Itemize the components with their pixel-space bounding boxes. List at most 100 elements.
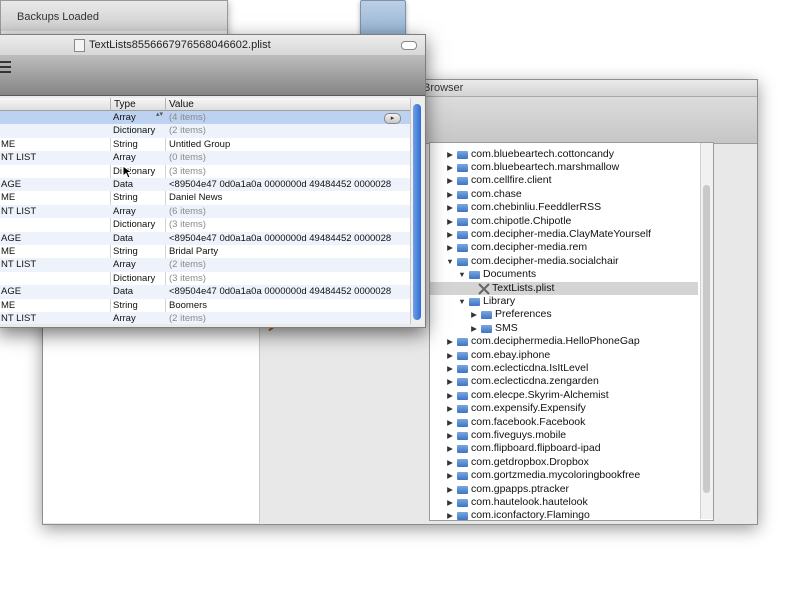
column-header-key[interactable] — [0, 98, 111, 111]
tree-item[interactable]: ▶ com.decipher-media.rem — [430, 241, 698, 254]
disclosure-closed-icon[interactable]: ▶ — [445, 362, 455, 375]
plist-window: TextLists8556667976568046602.plist Type … — [0, 34, 426, 328]
disclosure-closed-icon[interactable]: ▶ — [445, 456, 455, 469]
tree-item[interactable]: ▶ com.eclecticdna.zengarden — [430, 375, 698, 388]
disclosure-closed-icon[interactable]: ▶ — [445, 228, 455, 241]
tree-item[interactable]: ▶ SMS — [430, 322, 698, 335]
disclosure-closed-icon[interactable]: ▶ — [445, 188, 455, 201]
plist-value: Daniel News — [169, 192, 223, 204]
tree-item-label: com.hautelook.hautelook — [471, 495, 588, 508]
disclosure-closed-icon[interactable]: ▶ — [445, 215, 455, 228]
plist-value: Boomers — [169, 299, 208, 311]
tree-item[interactable]: ▶ com.bluebeartech.cottoncandy — [430, 148, 698, 161]
disclosure-closed-icon[interactable]: ▶ — [445, 483, 455, 496]
plist-scrollbar[interactable] — [410, 98, 424, 324]
file-tree[interactable]: ▶ com.bluebeartech.cottoncandy ▶ com.bluebe… — [429, 142, 714, 521]
tree-item[interactable]: ▶ com.eclecticdna.IsItLevel — [430, 362, 698, 375]
disclosure-closed-icon[interactable]: ▶ — [445, 148, 455, 161]
tree-item[interactable]: ▶ com.cellfire.client — [430, 174, 698, 187]
row-action-button[interactable]: ▸ — [384, 113, 401, 124]
column-header-type[interactable]: Type — [111, 98, 166, 111]
disclosure-closed-icon[interactable]: ▶ — [445, 161, 455, 174]
disclosure-closed-icon[interactable]: ▶ — [445, 429, 455, 442]
plist-value: Bridal Party — [169, 246, 219, 257]
plist-row[interactable]: NT LIST Array (0 items) — [0, 151, 411, 165]
plist-type: String — [113, 138, 138, 150]
disclosure-closed-icon[interactable]: ▶ — [445, 509, 455, 520]
type-stepper-icon[interactable]: ▴▾ — [156, 111, 163, 118]
tree-item[interactable]: ▶ com.iconfactory.Flamingo — [430, 509, 698, 520]
tree-item[interactable]: ▶ com.deciphermedia.HelloPhoneGap — [430, 335, 698, 348]
tree-item[interactable]: ▶ com.chebinliu.FeeddlerRSS — [430, 201, 698, 214]
plist-row[interactable]: Dictionary (2 items) — [0, 124, 411, 138]
plist-row[interactable]: Array (4 items) ▴▾ ▸ — [0, 111, 411, 125]
disclosure-closed-icon[interactable]: ▶ — [445, 469, 455, 482]
tree-item[interactable]: ▶ com.flipboard.flipboard-ipad — [430, 442, 698, 455]
tree-item[interactable]: ▶ com.facebook.Facebook — [430, 416, 698, 429]
plist-row[interactable]: ME String Boomers — [0, 299, 411, 312]
backups-window-titlebar[interactable]: Backups Loaded — [1, 1, 227, 31]
disclosure-closed-icon[interactable]: ▶ — [445, 201, 455, 214]
disclosure-open-icon[interactable]: ▼ — [457, 268, 467, 281]
tree-item[interactable]: ▶ com.chipotle.Chipotle — [430, 215, 698, 228]
plist-row[interactable]: Dictionary (3 items) — [0, 272, 411, 285]
tree-item[interactable]: ▶ com.expensify.Expensify — [430, 402, 698, 415]
plist-value: (0 items) — [169, 152, 206, 164]
tree-item-label: com.elecpe.Skyrim-Alchemist — [471, 388, 609, 401]
tree-item[interactable]: ▼ com.decipher-media.socialchair — [430, 255, 698, 268]
disclosure-closed-icon[interactable]: ▶ — [445, 241, 455, 254]
tree-scrollbar-thumb[interactable] — [703, 185, 710, 493]
disclosure-closed-icon[interactable]: ▶ — [445, 416, 455, 429]
disclosure-closed-icon[interactable]: ▶ — [445, 375, 455, 388]
plist-scrollbar-thumb[interactable] — [413, 104, 421, 320]
tree-item[interactable]: ▶ com.fiveguys.mobile — [430, 429, 698, 442]
tree-item-label: Documents — [483, 268, 537, 281]
plist-row[interactable]: NT LIST Array (2 items) — [0, 258, 411, 272]
tree-item[interactable]: ▶ com.elecpe.Skyrim-Alchemist — [430, 389, 698, 402]
tree-item[interactable]: ▶ com.gortzmedia.mycoloringbookfree — [430, 469, 698, 482]
disclosure-closed-icon[interactable]: ▶ — [469, 308, 479, 321]
tree-item-label: com.gpapps.ptracker — [471, 482, 570, 495]
plist-type: Data — [113, 179, 134, 190]
plist-window-titlebar[interactable]: TextLists8556667976568046602.plist — [0, 35, 425, 55]
tree-item[interactable]: ▶ com.gpapps.ptracker — [430, 483, 698, 496]
tree-item[interactable]: ▼ Documents — [430, 268, 698, 281]
plist-row[interactable]: AGE Data <89504e47 0d0a1a0a 0000000d 49484… — [0, 231, 411, 245]
plist-row[interactable]: AGE Data <89504e47 0d0a1a0a 0000000d 49484… — [0, 285, 411, 299]
disclosure-closed-icon[interactable]: ▶ — [469, 322, 479, 335]
tree-item[interactable]: ▶ Preferences — [430, 308, 698, 321]
tree-item[interactable]: ▶ com.bluebeartech.marshmallow — [430, 161, 698, 174]
plist-row[interactable]: ME String Bridal Party — [0, 245, 411, 258]
disclosure-open-icon[interactable]: ▼ — [457, 295, 467, 308]
disclosure-closed-icon[interactable]: ▶ — [445, 402, 455, 415]
plist-window-title: TextLists8556667976568046602.plist — [89, 39, 271, 51]
plist-row[interactable]: NT LIST Array (6 items) — [0, 204, 411, 219]
disclosure-open-icon[interactable]: ▼ — [445, 255, 455, 268]
plist-row[interactable]: Dictionary (3 items) — [0, 218, 411, 231]
plist-row[interactable]: AGE Data <89504e47 0d0a1a0a 0000000d 49484… — [0, 178, 411, 192]
tree-item[interactable]: TextLists.plist — [430, 281, 698, 295]
tree-item[interactable]: ▶ com.getdropbox.Dropbox — [430, 456, 698, 469]
plist-row[interactable]: NT LIST Array (2 items) — [0, 312, 411, 324]
toolbar-toggle-button[interactable] — [401, 41, 417, 50]
disclosure-closed-icon[interactable]: ▶ — [445, 335, 455, 348]
column-header-value[interactable]: Value — [166, 98, 411, 111]
disclosure-closed-icon[interactable]: ▶ — [445, 442, 455, 455]
disclosure-closed-icon[interactable]: ▶ — [445, 349, 455, 362]
plist-type: String — [113, 192, 138, 204]
tree-item[interactable]: ▶ com.ebay.iphone — [430, 349, 698, 362]
list-icon[interactable] — [0, 59, 13, 77]
disclosure-closed-icon[interactable]: ▶ — [445, 174, 455, 187]
plist-row[interactable]: ME String Daniel News — [0, 191, 411, 204]
folder-icon — [457, 445, 468, 454]
tree-scrollbar[interactable] — [700, 143, 713, 519]
plist-row[interactable]: ME String Untitled Group — [0, 138, 411, 151]
tree-item[interactable]: ▼ Library — [430, 295, 698, 308]
disclosure-closed-icon[interactable]: ▶ — [445, 389, 455, 402]
tree-item[interactable]: ▶ com.chase — [430, 188, 698, 201]
disclosure-closed-icon[interactable]: ▶ — [445, 496, 455, 509]
tree-item[interactable]: ▶ com.hautelook.hautelook — [430, 496, 698, 509]
tree-item[interactable]: ▶ com.decipher-media.ClayMateYourself — [430, 228, 698, 241]
plist-row[interactable]: Dictionary (3 items) — [0, 165, 411, 178]
tree-item-label: com.chipotle.Chipotle — [471, 214, 572, 227]
